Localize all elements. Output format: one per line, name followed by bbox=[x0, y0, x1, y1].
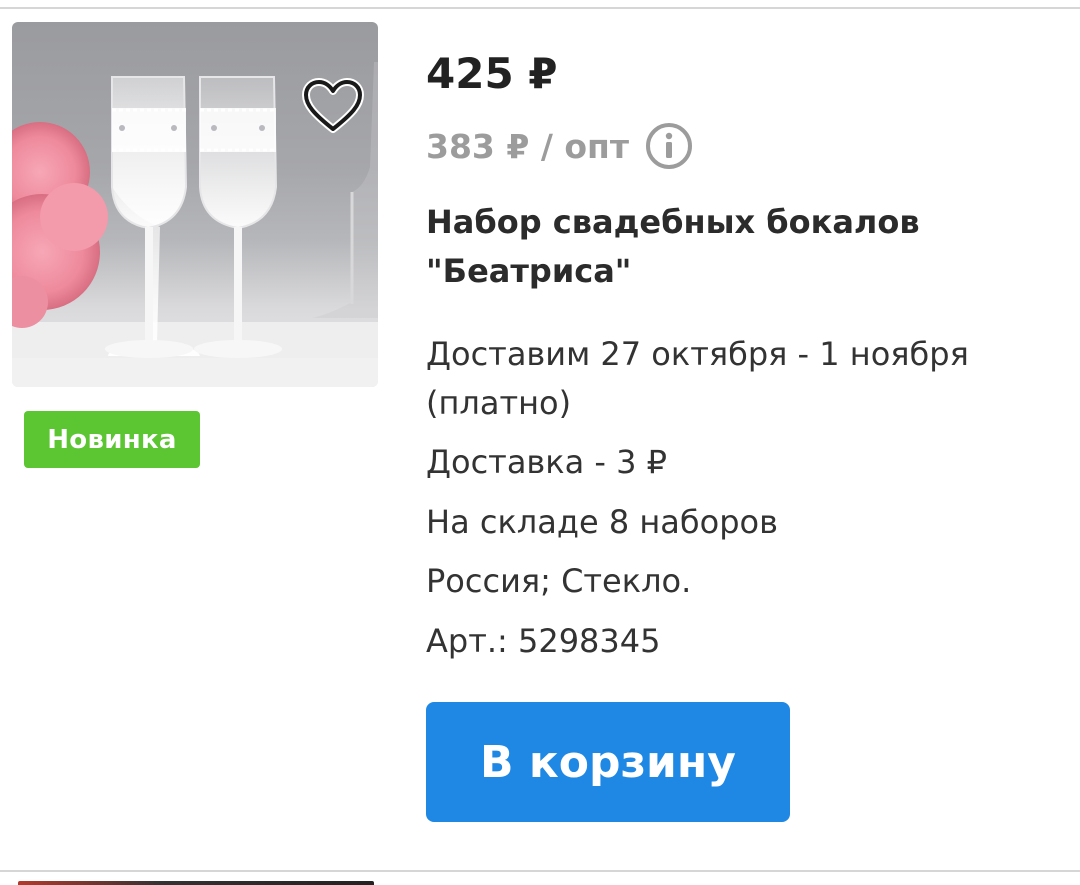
delivery-cost: Доставка - 3 ₽ bbox=[426, 443, 667, 481]
wholesale-price-row: 383 ₽ / опт bbox=[426, 120, 693, 172]
origin-material: Россия; Стекло. bbox=[426, 562, 692, 600]
info-icon[interactable] bbox=[645, 122, 693, 170]
heart-icon bbox=[302, 78, 364, 134]
product-image[interactable] bbox=[12, 22, 378, 387]
stock-status: На складе 8 наборов bbox=[426, 503, 778, 541]
bottom-divider bbox=[0, 870, 1080, 872]
price: 425 ₽ bbox=[426, 49, 558, 98]
next-product-image-edge bbox=[18, 881, 374, 885]
product-title[interactable]: Набор свадебных бокалов "Беатриса" bbox=[426, 198, 1046, 296]
delivery-dates: Доставим 27 октября - 1 ноября bbox=[426, 335, 969, 373]
add-to-cart-button[interactable]: В корзину bbox=[426, 702, 790, 822]
delivery-note: (платно) bbox=[426, 384, 572, 422]
top-divider bbox=[0, 7, 1080, 9]
favorite-button[interactable] bbox=[300, 76, 366, 136]
new-badge: Новинка bbox=[24, 411, 200, 468]
wholesale-price: 383 ₽ / опт bbox=[426, 126, 629, 166]
article-number: Арт.: 5298345 bbox=[426, 622, 661, 660]
